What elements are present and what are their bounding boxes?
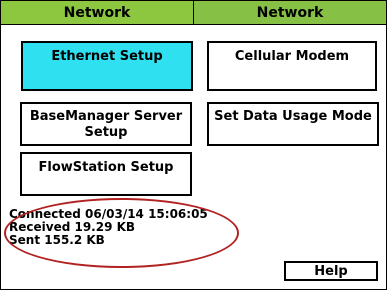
tab-network-left[interactable]: Network [1, 1, 194, 24]
network-panel: Network Network Ethernet Setup Cellular … [0, 0, 387, 290]
tab-network-right[interactable]: Network [194, 1, 386, 24]
set-data-usage-mode-button[interactable]: Set Data Usage Mode [207, 102, 379, 146]
basemanager-server-setup-label-line1: BaseManager Server [29, 109, 183, 124]
tab-bar: Network Network [1, 1, 386, 25]
flowstation-setup-button[interactable]: FlowStation Setup [20, 152, 192, 196]
cellular-modem-button[interactable]: Cellular Modem [207, 41, 377, 91]
cellular-modem-label: Cellular Modem [234, 49, 350, 64]
basemanager-server-setup-button[interactable]: BaseManager Server Setup [20, 102, 192, 146]
ethernet-setup-label: Ethernet Setup [51, 49, 163, 64]
set-data-usage-mode-label: Set Data Usage Mode [214, 109, 372, 124]
sent-status-text: Sent 155.2 KB [9, 233, 105, 247]
ethernet-setup-button[interactable]: Ethernet Setup [21, 41, 193, 91]
help-label: Help [314, 264, 348, 279]
help-button[interactable]: Help [284, 261, 378, 281]
flowstation-setup-label: FlowStation Setup [38, 160, 174, 175]
basemanager-server-setup-label-line2: Setup [84, 125, 128, 140]
connection-status: Connected 06/03/14 15:06:05 Received 19.… [9, 208, 208, 247]
